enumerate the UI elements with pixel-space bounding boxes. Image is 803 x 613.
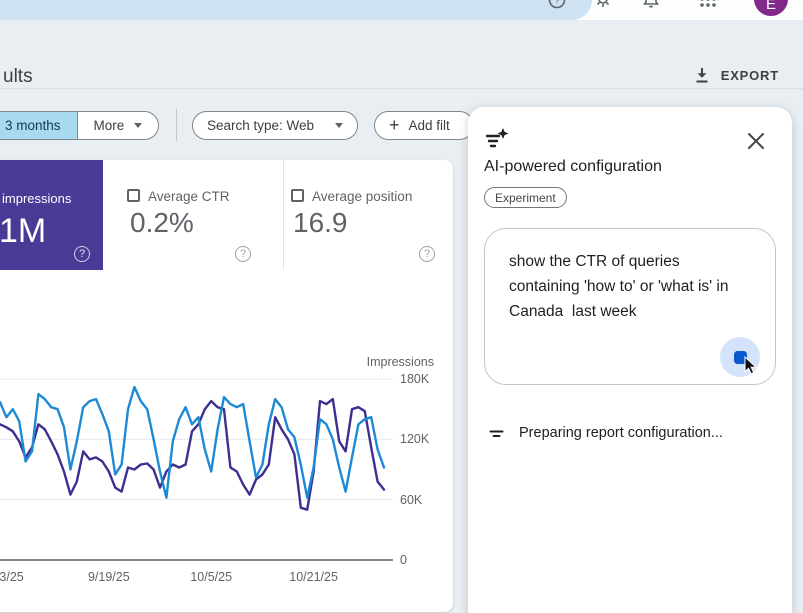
export-button[interactable]: EXPORT (694, 67, 779, 84)
chevron-down-icon (335, 123, 343, 128)
x-tick-label: 9/19/25 (87, 570, 130, 584)
export-label: EXPORT (720, 68, 779, 83)
y-tick-label: 180K (400, 372, 430, 386)
search-console-window: ? E ults EXPORT 3 months More Search typ… (0, 0, 803, 613)
x-tick-label: 9/3/25 (0, 570, 24, 584)
page-title: ults (3, 66, 33, 87)
search-type-label: Search type: Web (207, 118, 315, 133)
y-tick-label: 120K (400, 432, 430, 447)
impressions-tile-label: impressions (2, 191, 72, 206)
filter-divider (176, 109, 177, 141)
page-header: ults EXPORT (0, 20, 803, 89)
ctr-value: 0.2% (130, 207, 194, 238)
y-tick-label: 0 (400, 553, 407, 567)
date-range-control: 3 months More (0, 111, 160, 140)
add-filter-chip[interactable]: + Add filt (374, 111, 474, 140)
impressions-chart[interactable]: Impressions 180K 120K 60K 0 9/3/25 9/19/25 10/… (0, 345, 455, 613)
status-text: Preparing report configuration... (519, 425, 723, 441)
more-label: More (93, 118, 125, 133)
add-filter-label: Add filt (408, 118, 450, 133)
y-tick-label: 60K (400, 492, 423, 507)
date-range-more-button[interactable]: More (76, 112, 159, 139)
experiment-badge: Experiment (484, 187, 567, 208)
help-icon[interactable]: ? (419, 246, 435, 262)
ai-filter-sparkle-icon (485, 128, 509, 148)
mouse-cursor (744, 356, 758, 375)
position-value: 16.9 (293, 207, 348, 238)
notifications-bell-icon[interactable] (642, 0, 660, 8)
preparing-spinner-icon (489, 430, 504, 437)
chevron-down-icon (134, 123, 143, 128)
x-tick-label: 10/21/25 (289, 570, 338, 584)
search-type-chip[interactable]: Search type: Web (192, 111, 358, 140)
ai-panel-title: AI-powered configuration (484, 158, 662, 175)
purple-series-line (0, 397, 386, 511)
position-label: Average position (312, 189, 413, 204)
help-icon[interactable]: ? (548, 0, 566, 9)
settings-gear-icon[interactable] (594, 0, 612, 8)
top-app-bar: ? E (0, 0, 803, 20)
help-icon[interactable]: ? (74, 246, 90, 262)
x-tick-label: 10/5/25 (190, 570, 233, 584)
help-icon[interactable]: ? (235, 246, 251, 262)
average-position-tile[interactable]: Average position 16.9 ? (283, 160, 455, 270)
total-impressions-tile[interactable]: impressions 1M ? (0, 160, 103, 270)
close-icon[interactable] (746, 131, 766, 151)
account-avatar[interactable]: E (754, 0, 788, 16)
download-icon (696, 68, 708, 83)
position-checkbox[interactable] (291, 189, 304, 202)
plus-icon: + (389, 114, 400, 135)
impressions-value: 1M (0, 212, 47, 250)
ctr-checkbox[interactable] (127, 189, 140, 202)
url-inspection-search-bar[interactable] (0, 0, 592, 20)
date-range-chip[interactable]: 3 months (0, 112, 77, 139)
status-row: Preparing report configuration... (489, 425, 723, 441)
average-ctr-tile[interactable]: Average CTR 0.2% ? (103, 160, 283, 270)
svg-text:?: ? (554, 0, 559, 6)
chart-axis-title: Impressions (366, 355, 434, 369)
apps-grid-icon[interactable] (698, 0, 718, 9)
ctr-label: Average CTR (148, 189, 230, 204)
ai-configuration-panel: AI-powered configuration Experiment show… (468, 107, 792, 613)
